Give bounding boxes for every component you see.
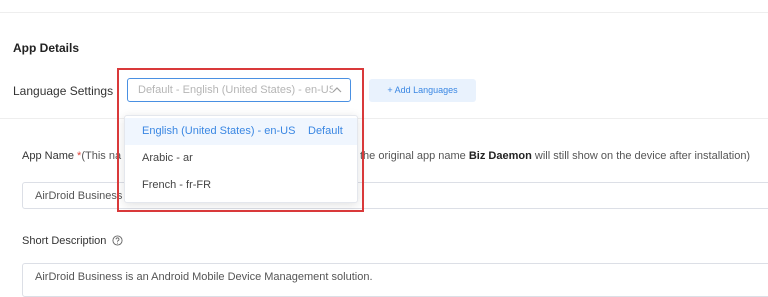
- language-option-fr-fr[interactable]: French - fr-FR: [125, 172, 357, 199]
- app-name-label: App Name *(This na: [22, 150, 121, 162]
- short-description-input[interactable]: AirDroid Business is an Android Mobile D…: [22, 263, 768, 297]
- language-dropdown: English (United States) - en-US Default …: [124, 115, 358, 203]
- app-name-label-text: App Name: [22, 150, 74, 162]
- default-tag: Default: [308, 125, 343, 137]
- short-description-label: Short Description: [22, 235, 123, 247]
- app-name-value: AirDroid Business: [35, 190, 123, 202]
- language-option-label: English (United States) - en-US: [142, 125, 296, 137]
- app-name-hint-prefix: (This na: [81, 150, 122, 162]
- section-title: App Details: [13, 41, 80, 55]
- top-divider: [0, 12, 768, 13]
- app-details-page: App Details Language Settings Default - …: [0, 0, 768, 297]
- app-name-hint: the original app name Biz Daemon will st…: [360, 150, 750, 162]
- language-select[interactable]: Default - English (United States) - en-U…: [127, 78, 351, 102]
- language-option-ar[interactable]: Arabic - ar: [125, 145, 357, 172]
- short-description-value: AirDroid Business is an Android Mobile D…: [35, 271, 373, 283]
- app-name-original: Biz Daemon: [468, 150, 532, 162]
- app-name-hint-after: will still show on the device after inst…: [534, 150, 751, 162]
- language-option-en-us[interactable]: English (United States) - en-US Default: [125, 118, 357, 145]
- app-name-hint-before: the original app name: [360, 150, 466, 162]
- language-option-label: French - fr-FR: [142, 179, 212, 191]
- short-description-label-text: Short Description: [22, 235, 107, 247]
- language-option-label: Arabic - ar: [142, 152, 193, 164]
- question-circle-icon[interactable]: [112, 235, 123, 246]
- section-divider: [0, 118, 768, 119]
- chevron-up-icon: [332, 87, 342, 93]
- language-select-value: Default - English (United States) - en-U…: [138, 84, 333, 96]
- add-languages-button[interactable]: + Add Languages: [369, 79, 476, 102]
- language-settings-label: Language Settings: [13, 84, 114, 98]
